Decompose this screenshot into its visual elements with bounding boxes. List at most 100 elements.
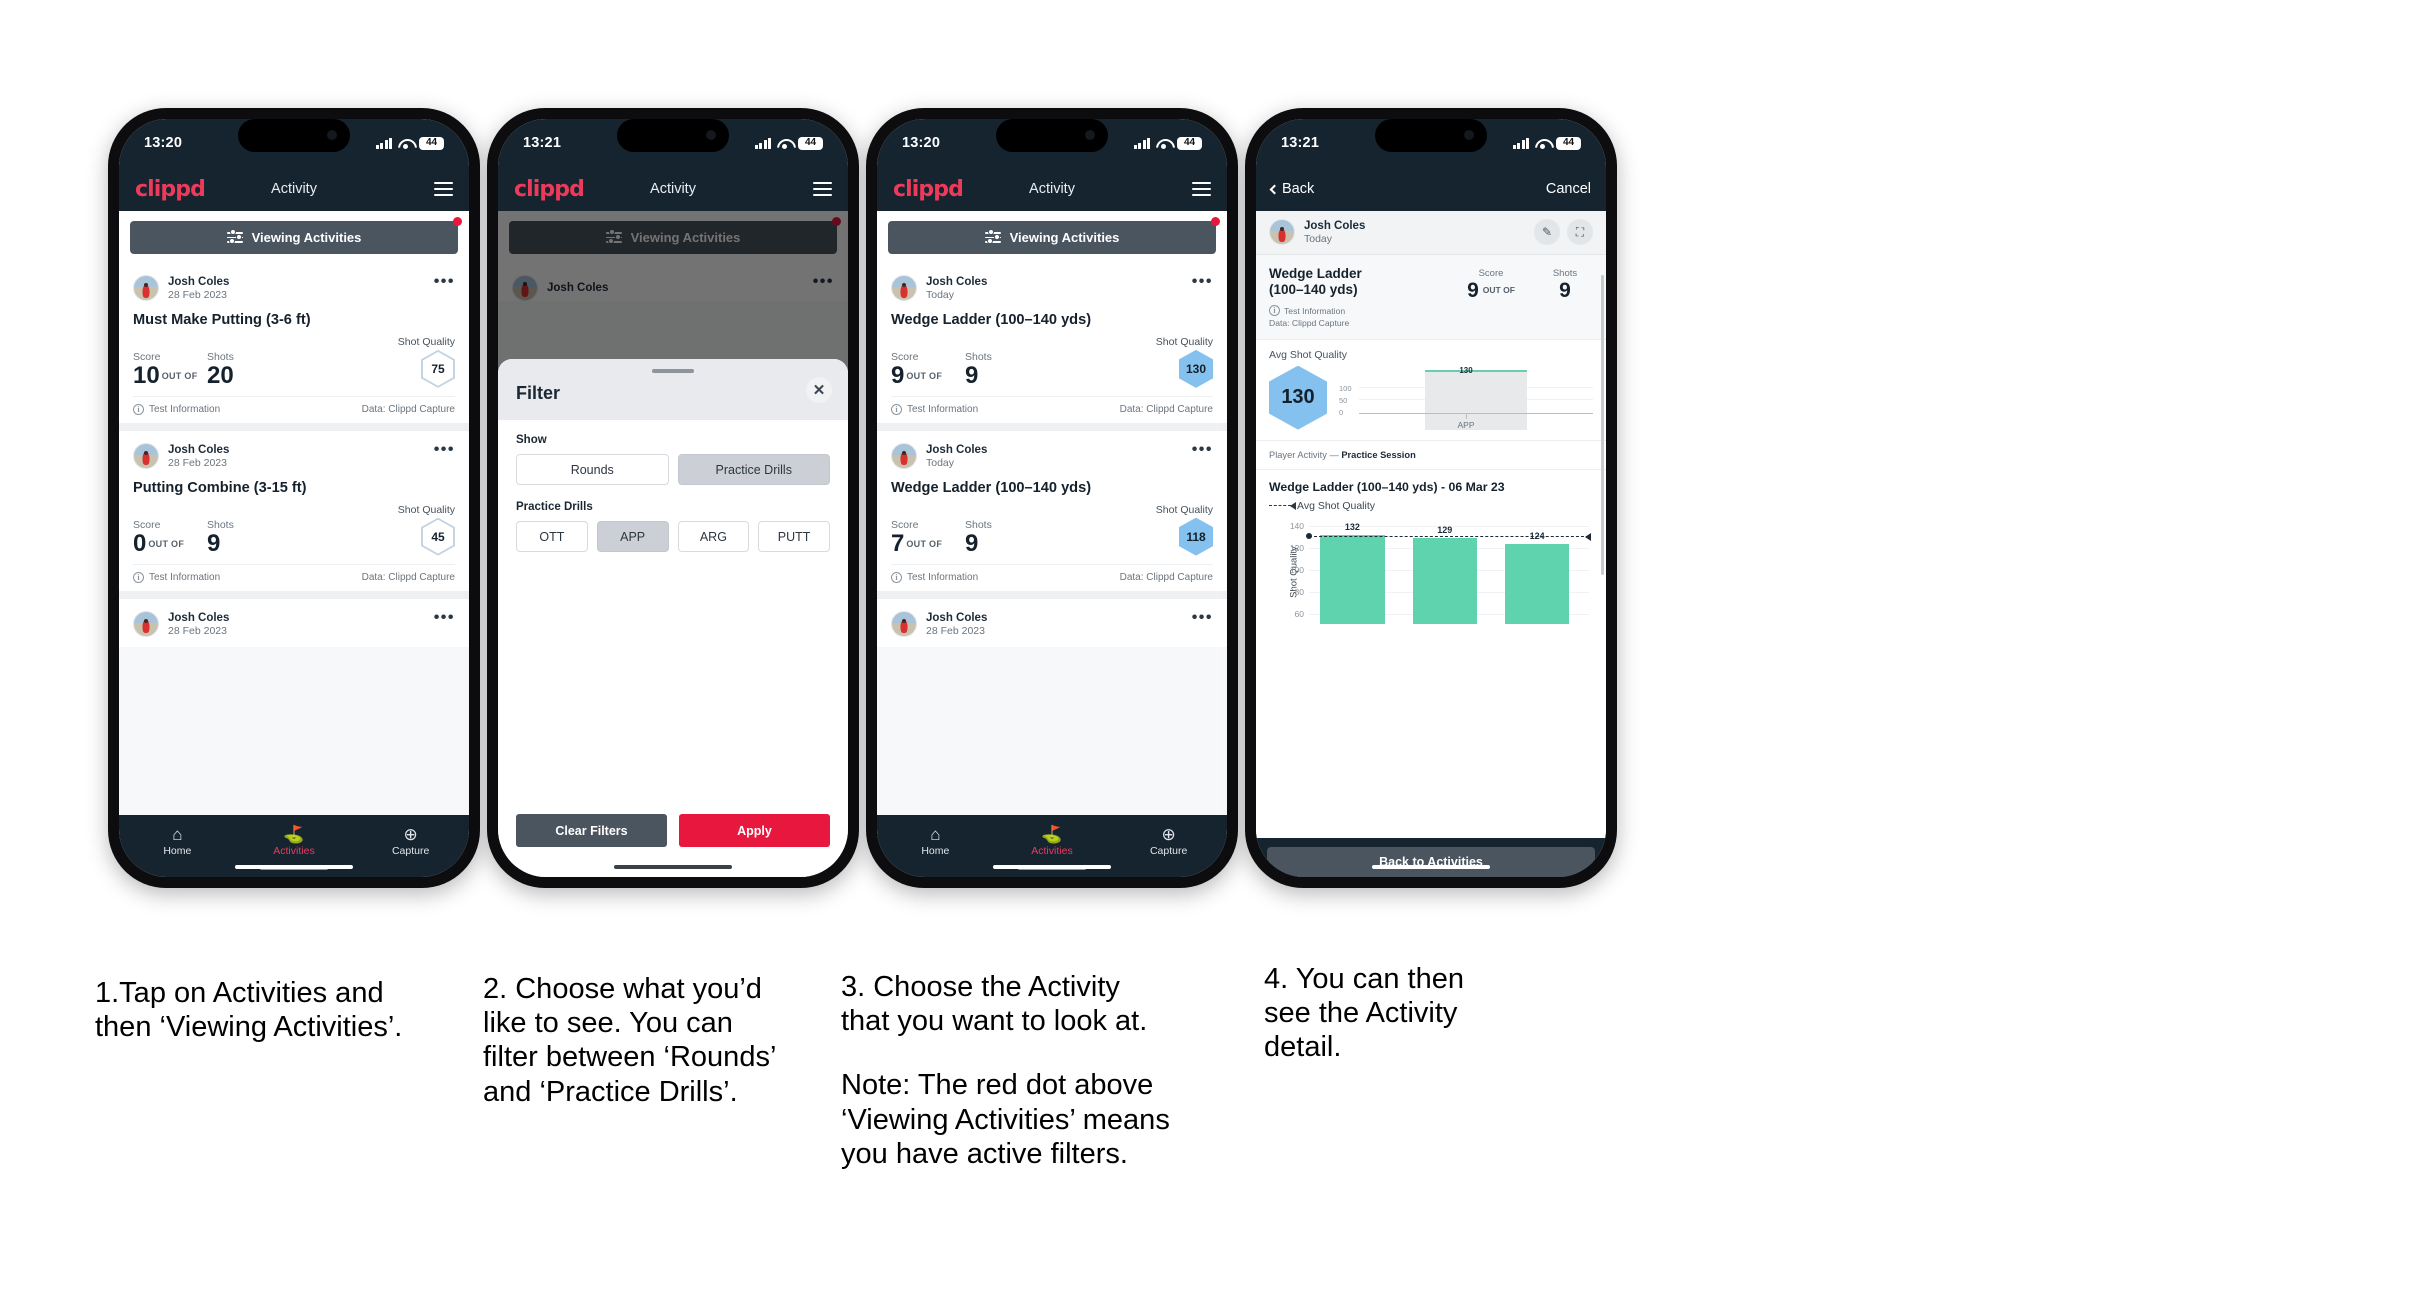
card-menu-icon[interactable]: ••• (1192, 274, 1213, 290)
shots-label: Shots (207, 518, 234, 531)
wifi-icon (777, 138, 792, 149)
activity-card[interactable]: Josh Coles 28 Feb 2023 ••• Putting Combi… (119, 429, 469, 591)
caption-line: like to see. You can (483, 1007, 733, 1040)
show-option-practice-drills[interactable]: Practice Drills (677, 454, 830, 485)
sidebar-item-home[interactable]: ⌂ Home (137, 825, 217, 857)
avatar (133, 275, 159, 302)
close-icon[interactable]: ✕ (806, 377, 832, 403)
detail-footer: Back to Activities (1256, 838, 1606, 877)
clear-filters-button[interactable]: Clear Filters (516, 814, 667, 847)
activity-date: 28 Feb 2023 (168, 289, 227, 302)
notch (996, 119, 1108, 152)
avg-line-legend-icon (1269, 502, 1296, 511)
avatar (133, 611, 159, 638)
user-name: Josh Coles (926, 611, 988, 624)
activity-card-partial[interactable]: Josh Coles 28 Feb 2023 ••• (119, 597, 469, 648)
active-filter-dot (1211, 217, 1220, 226)
front-camera (706, 130, 716, 140)
player-activity-type: Practice Session (1341, 449, 1416, 460)
menu-icon[interactable] (1192, 181, 1211, 197)
drill-option-putt[interactable]: PUTT (758, 521, 830, 552)
user-name: Josh Coles (168, 443, 230, 456)
caption-line: see the Activity (1264, 997, 1458, 1030)
sidebar-item-activities[interactable]: ⛳ Activities (1012, 825, 1092, 870)
drill-option-arg[interactable]: ARG (677, 521, 750, 552)
back-to-activities-button[interactable]: Back to Activities (1267, 847, 1595, 877)
pencil-icon[interactable]: ✎ (1534, 219, 1560, 246)
wifi-icon (1156, 138, 1171, 149)
data-source-label: Data: Clippd Capture (361, 403, 455, 415)
out-of-label: OUT OF (1482, 284, 1515, 295)
activity-card[interactable]: Josh Coles Today ••• Wedge Ladder (100–1… (877, 263, 1227, 423)
card-menu-icon[interactable]: ••• (434, 441, 455, 457)
menu-icon[interactable] (434, 181, 453, 197)
chart-title: Wedge Ladder (100–140 yds) - 06 Mar 23 (1269, 479, 1505, 494)
score-value: 0 (133, 529, 147, 557)
apply-button[interactable]: Apply (679, 814, 830, 847)
front-camera (1464, 130, 1474, 140)
drill-option-ott[interactable]: OTT (516, 521, 588, 552)
shots-label: Shots (1552, 267, 1578, 279)
home-indicator (993, 864, 1111, 869)
status-time: 13:21 (1281, 135, 1320, 151)
player-activity-bar: Player Activity — Practice Session (1256, 440, 1606, 470)
avatar (891, 275, 917, 302)
status-time: 13:20 (144, 135, 183, 151)
user-name: Josh Coles (168, 276, 230, 288)
activity-date: 28 Feb 2023 (168, 624, 227, 637)
cellular-signal-icon (1133, 137, 1150, 149)
test-information-label: Test Information (149, 571, 221, 583)
activity-date: Today (926, 456, 955, 469)
card-menu-icon[interactable]: ••• (434, 609, 455, 625)
drill-option-app[interactable]: APP (596, 521, 669, 552)
activity-card[interactable]: Josh Coles 28 Feb 2023 ••• Must Make Put… (119, 263, 469, 423)
card-menu-icon[interactable]: ••• (434, 274, 455, 290)
legend-label: Avg Shot Quality (1297, 499, 1376, 512)
data-source-label: Data: Clippd Capture (361, 571, 455, 583)
avg-shot-quality-label: Avg Shot Quality (1269, 348, 1348, 361)
ytick-60: 60 (1294, 608, 1304, 619)
filter-button-label: Viewing Activities (1009, 230, 1120, 245)
shots-stat: Shots 9 (965, 351, 992, 388)
sidebar-item-capture[interactable]: ⊕ Capture (371, 825, 451, 857)
back-button[interactable]: Back (1269, 181, 1314, 197)
app-bar: clippd Activity (877, 167, 1227, 211)
front-camera (1085, 130, 1095, 140)
show-option-rounds[interactable]: Rounds (516, 454, 669, 485)
notch (617, 119, 729, 152)
sheet-grabber[interactable] (652, 369, 694, 373)
caption-line: detail. (1264, 1031, 1342, 1064)
card-menu-icon[interactable]: ••• (1192, 609, 1213, 625)
bar-value-2: 129 (1437, 525, 1453, 536)
card-menu-icon[interactable]: ••• (1192, 441, 1213, 457)
shot-quality-bar-chart: Shot Quality 140 120 100 80 60 132 129 1… (1269, 520, 1593, 624)
activity-card-partial[interactable]: Josh Coles 28 Feb 2023 ••• (877, 597, 1227, 648)
bar-1: 132 (1320, 522, 1385, 624)
shots-value: 20 (207, 361, 234, 389)
bar-2: 129 (1412, 525, 1477, 624)
viewing-activities-filter-button[interactable]: Viewing Activities (888, 217, 1220, 254)
caption-step-1: 1.Tap on Activities and then ‘Viewing Ac… (95, 976, 495, 1044)
nav-label-activities: Activities (1031, 845, 1073, 857)
avg-shot-quality-hex: 130 (1269, 365, 1327, 430)
status-time: 13:21 (523, 135, 562, 151)
scrollbar[interactable] (1601, 275, 1604, 575)
sidebar-item-capture[interactable]: ⊕ Capture (1129, 825, 1209, 857)
mini-ytick-50: 50 (1339, 395, 1348, 405)
menu-icon[interactable] (813, 181, 832, 197)
sidebar-item-home[interactable]: ⌂ Home (895, 825, 975, 857)
sidebar-item-activities[interactable]: ⛳ Activities (254, 825, 334, 870)
nav-label-home: Home (921, 845, 950, 857)
app-bar: clippd Activity (498, 167, 848, 211)
card-separator (119, 422, 469, 430)
home-indicator (614, 864, 732, 869)
clippd-logo: clippd (514, 176, 585, 202)
activity-card[interactable]: Josh Coles Today ••• Wedge Ladder (100–1… (877, 429, 1227, 591)
user-name: Josh Coles (168, 611, 230, 624)
viewing-activities-filter-button[interactable]: Viewing Activities (130, 217, 462, 254)
cancel-button[interactable]: Cancel (1546, 181, 1591, 197)
avg-shot-quality-line (1306, 532, 1591, 541)
expand-icon[interactable]: ⛶ (1567, 219, 1593, 246)
shots-label: Shots (965, 350, 992, 363)
filter-sheet: Filter ✕ Show Rounds Practice Drills Pra… (498, 359, 848, 877)
